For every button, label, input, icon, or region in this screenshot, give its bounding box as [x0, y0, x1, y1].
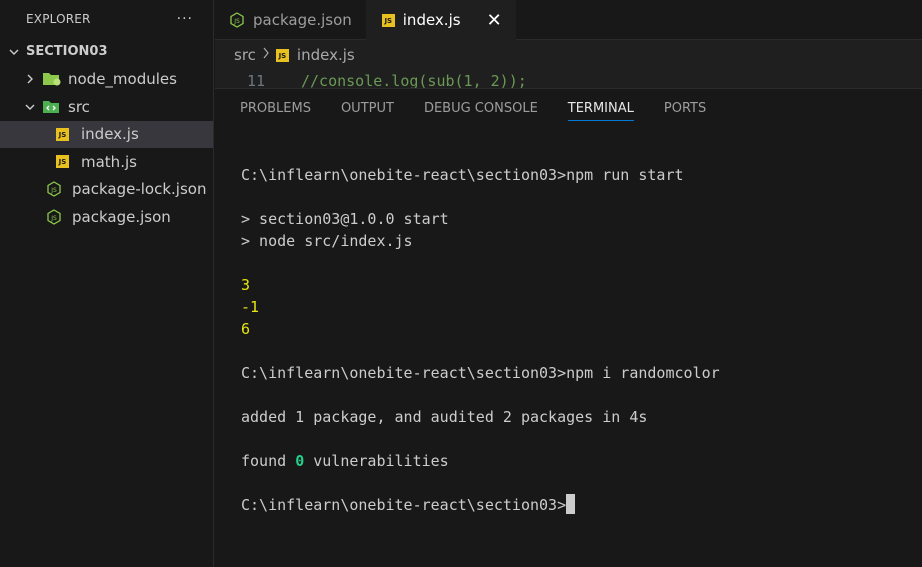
terminal-output-value: 6: [241, 320, 251, 338]
explorer-header: EXPLORER ···: [0, 0, 213, 38]
terminal-line: > section03@1.0.0 start: [241, 210, 449, 228]
breadcrumb: src JS index.js: [215, 40, 922, 70]
folder-node-icon: [42, 71, 62, 87]
terminal-prompt: C:\inflearn\onebite-react\section03>: [241, 166, 567, 184]
tree-item-label: index.js: [81, 125, 139, 144]
node-json-icon: JS: [46, 181, 66, 198]
svg-text:JS: JS: [50, 187, 57, 194]
terminal-cursor: [566, 494, 576, 514]
js-file-icon: JS: [381, 13, 395, 27]
explorer-sidebar: EXPLORER ··· SECTION03 node_modules src …: [0, 0, 214, 567]
explorer-title: EXPLORER: [26, 12, 91, 26]
terminal-command: npm i randomcolor: [566, 364, 720, 382]
tree-item-math-js[interactable]: JS math.js: [0, 148, 213, 176]
tab-package-json[interactable]: JS package.json: [215, 0, 366, 40]
tree-item-label: package-lock.json: [72, 180, 207, 199]
tree-item-node-modules[interactable]: node_modules: [0, 66, 213, 94]
tab-problems[interactable]: PROBLEMS: [240, 89, 311, 127]
js-file-icon: JS: [56, 127, 75, 141]
tree-item-src[interactable]: src: [0, 93, 213, 121]
tree-item-index-js[interactable]: JS index.js: [0, 120, 213, 148]
bottom-panel: PROBLEMS OUTPUT DEBUG CONSOLE TERMINAL P…: [215, 88, 922, 567]
terminal-line: C:\inflearn\onebite-react\section03>npm …: [241, 362, 912, 384]
terminal-prompt: C:\inflearn\onebite-react\section03>: [241, 496, 567, 514]
terminal-line: > node src/index.js: [241, 232, 413, 250]
chevron-right-icon: [22, 71, 38, 87]
tree-item-label: package.json: [72, 207, 171, 226]
tab-ports[interactable]: PORTS: [664, 89, 706, 127]
terminal-output-value: -1: [241, 298, 260, 316]
editor-tab-bar: JS package.json JS index.js ✕: [215, 0, 922, 40]
terminal-prompt: C:\inflearn\onebite-react\section03>: [241, 364, 567, 382]
terminal-line: found 0 vulnerabilities: [241, 452, 449, 470]
js-file-icon: JS: [275, 48, 289, 62]
section-label: SECTION03: [26, 44, 108, 60]
tab-label: index.js: [402, 11, 461, 29]
js-file-icon: JS: [56, 155, 75, 169]
close-icon[interactable]: ✕: [487, 10, 502, 31]
terminal-output[interactable]: C:\inflearn\onebite-react\section03>npm …: [241, 164, 912, 516]
terminal-command: npm run start: [566, 166, 684, 184]
tab-debug-console[interactable]: DEBUG CONSOLE: [424, 89, 538, 127]
node-json-icon: JS: [229, 12, 245, 28]
vulnerability-count: 0: [295, 452, 305, 470]
chevron-down-icon: [22, 99, 38, 115]
chevron-down-icon: [6, 44, 22, 60]
terminal-line: C:\inflearn\onebite-react\section03>: [241, 494, 912, 516]
breadcrumb-file[interactable]: index.js: [297, 46, 355, 64]
svg-text:JS: JS: [233, 18, 240, 25]
tree-item-label: src: [68, 97, 90, 116]
svg-text:JS: JS: [50, 215, 57, 222]
tree-item-label: node_modules: [68, 70, 177, 89]
tree-item-label: math.js: [81, 152, 137, 171]
tree-item-package-lock-json[interactable]: JS package-lock.json: [0, 176, 213, 204]
terminal-line: added 1 package, and audited 2 packages …: [241, 408, 648, 426]
more-actions-icon[interactable]: ···: [177, 11, 193, 27]
tab-output[interactable]: OUTPUT: [341, 89, 394, 127]
chevron-right-icon: [262, 47, 270, 63]
editor-code-area[interactable]: 11 //console.log(sub(1, 2));: [215, 70, 922, 90]
terminal-line: C:\inflearn\onebite-react\section03>npm …: [241, 164, 912, 186]
terminal-output-value: 3: [241, 276, 251, 294]
node-json-icon: JS: [46, 208, 66, 225]
panel-tab-bar: PROBLEMS OUTPUT DEBUG CONSOLE TERMINAL P…: [215, 89, 922, 127]
tab-index-js[interactable]: JS index.js ✕: [365, 0, 516, 40]
tab-terminal[interactable]: TERMINAL: [567, 89, 635, 127]
tree-section-section03[interactable]: SECTION03: [0, 38, 213, 66]
folder-src-icon: [42, 99, 62, 115]
tree-item-package-json[interactable]: JS package.json: [0, 203, 213, 231]
breadcrumb-folder[interactable]: src: [234, 46, 256, 64]
tab-label: package.json: [253, 11, 352, 29]
